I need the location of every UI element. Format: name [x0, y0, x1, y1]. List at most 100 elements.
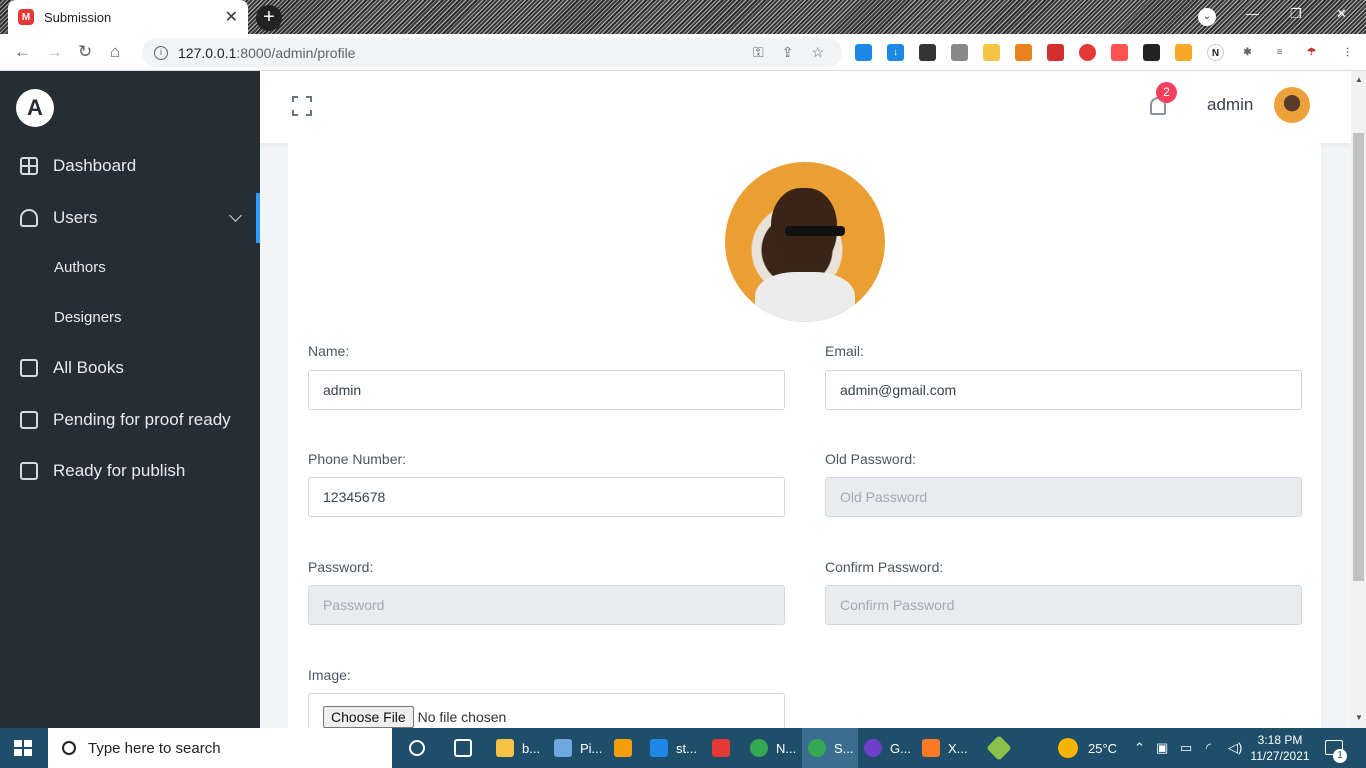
- sidebar-item-designers[interactable]: Designers: [54, 309, 122, 326]
- forward-icon[interactable]: →: [46, 42, 63, 62]
- email-field[interactable]: [825, 370, 1302, 410]
- git-icon: [986, 735, 1012, 761]
- minimize-icon[interactable]: —: [1246, 6, 1259, 21]
- tray-chevron-icon[interactable]: ⌃: [1134, 728, 1145, 768]
- home-icon[interactable]: ⌂: [110, 42, 120, 62]
- windows-start-icon[interactable]: [14, 740, 32, 756]
- page-scrollbar[interactable]: ▲ ▼: [1351, 71, 1366, 728]
- password-label: Password:: [308, 559, 374, 575]
- password-field[interactable]: [308, 585, 785, 625]
- scroll-up-icon[interactable]: ▲: [1355, 75, 1363, 84]
- volume-icon[interactable]: ◁): [1228, 728, 1242, 768]
- sidebar-item-all-books[interactable]: All Books: [0, 343, 260, 393]
- tab-search-icon[interactable]: ⌄: [1198, 8, 1216, 26]
- reload-icon[interactable]: ↻: [78, 42, 92, 62]
- extension-icon[interactable]: [983, 44, 1000, 61]
- puzzle-icon[interactable]: ✱: [1239, 44, 1256, 61]
- browser-tab[interactable]: M Submission ✕: [8, 0, 248, 34]
- taskbar-app-office[interactable]: [712, 728, 742, 768]
- active-indicator: [256, 193, 260, 243]
- old-password-field[interactable]: [825, 477, 1302, 517]
- phone-field[interactable]: [308, 477, 785, 517]
- tab-favicon-icon: M: [18, 9, 34, 25]
- address-bar[interactable]: i 127.0.0.1:8000/admin/profile ⚿ ⇪ ☆: [142, 38, 842, 67]
- action-center-badge: 1: [1333, 749, 1347, 763]
- sidebar-item-label: Ready for publish: [53, 461, 186, 480]
- media-icon[interactable]: ≡: [1271, 44, 1288, 61]
- sidebar: A Dashboard Users Authors Designers All …: [0, 71, 260, 728]
- name-field[interactable]: [308, 370, 785, 410]
- folder-icon: [496, 739, 514, 757]
- task-view-icon[interactable]: [454, 728, 480, 768]
- tray-device-icon[interactable]: ▣: [1156, 728, 1168, 768]
- weather-icon: [1058, 738, 1078, 758]
- sidebar-item-ready-publish[interactable]: Ready for publish: [0, 446, 260, 496]
- profile-icon[interactable]: ☂: [1303, 44, 1320, 61]
- download-extension-icon[interactable]: ↓: [887, 44, 904, 61]
- taskbar-app-chrome-2[interactable]: S...: [802, 728, 858, 768]
- chevron-down-icon: [229, 209, 242, 222]
- tab-close-icon[interactable]: ✕: [225, 7, 238, 27]
- top-header: 2 admin: [260, 71, 1351, 143]
- confirm-password-field[interactable]: [825, 585, 1302, 625]
- new-tab-button[interactable]: +: [256, 5, 282, 31]
- taskbar-app-photos[interactable]: Pi...: [554, 728, 608, 768]
- extension-icon[interactable]: [1175, 44, 1192, 61]
- username[interactable]: admin: [1207, 95, 1253, 115]
- taskbar-app-git[interactable]: [986, 728, 1016, 768]
- site-info-icon[interactable]: i: [154, 45, 168, 60]
- fullscreen-icon[interactable]: [292, 96, 312, 116]
- extension-icon[interactable]: [1111, 44, 1128, 61]
- avatar[interactable]: [1274, 87, 1310, 123]
- taskbar-app-github[interactable]: G...: [864, 728, 914, 768]
- tab-title: Submission: [44, 9, 112, 25]
- book-icon: [20, 359, 38, 377]
- cortana-icon[interactable]: [408, 728, 426, 768]
- sidebar-item-pending-proof[interactable]: Pending for proof ready: [0, 395, 260, 445]
- app-logo[interactable]: A: [16, 89, 54, 127]
- sidebar-item-authors[interactable]: Authors: [54, 259, 106, 276]
- sidebar-item-users[interactable]: Users: [0, 193, 260, 243]
- choose-file-button[interactable]: Choose File: [323, 706, 414, 728]
- scroll-thumb[interactable]: [1353, 133, 1364, 581]
- taskbar-app-chrome-1[interactable]: N...: [750, 728, 800, 768]
- browser-toolbar: ← → ↻ ⌂ i 127.0.0.1:8000/admin/profile ⚿…: [0, 34, 1366, 71]
- menu-icon[interactable]: ⋮: [1339, 44, 1356, 61]
- back-icon[interactable]: ←: [14, 42, 31, 62]
- extension-icon[interactable]: [1143, 44, 1160, 61]
- vue-extension-icon[interactable]: [951, 44, 968, 61]
- metamask-icon[interactable]: [1015, 44, 1032, 61]
- window-close-icon[interactable]: ✕: [1336, 6, 1347, 22]
- battery-icon[interactable]: ▭: [1180, 728, 1192, 768]
- taskbar-search[interactable]: Type here to search: [48, 728, 392, 768]
- share-icon[interactable]: ⇪: [782, 44, 794, 61]
- bookmark-star-icon[interactable]: ☆: [811, 44, 824, 61]
- maximize-icon[interactable]: ❐: [1290, 6, 1302, 22]
- image-upload-field: Choose File No file chosen: [308, 693, 785, 733]
- photos-icon: [554, 739, 572, 757]
- adblock-icon[interactable]: [1079, 44, 1096, 61]
- taskbar-app-xampp[interactable]: X...: [922, 728, 972, 768]
- wifi-icon[interactable]: ◜: [1206, 728, 1211, 768]
- taskbar-app-explorer[interactable]: b...: [496, 728, 548, 768]
- sublime-icon: [614, 739, 632, 757]
- sidebar-item-label: All Books: [53, 358, 124, 377]
- sidebar-item-dashboard[interactable]: Dashboard: [0, 141, 260, 191]
- sidebar-item-label: Users: [53, 208, 98, 227]
- taskbar-app-vscode[interactable]: st...: [650, 728, 706, 768]
- extension-icon[interactable]: [855, 44, 872, 61]
- key-icon[interactable]: ⚿: [753, 44, 764, 61]
- weather-widget[interactable]: 25°C: [1058, 728, 1117, 768]
- scroll-down-icon[interactable]: ▼: [1355, 713, 1363, 722]
- news-extension-icon[interactable]: [919, 44, 936, 61]
- image-label: Image:: [308, 667, 351, 683]
- temperature: 25°C: [1088, 740, 1118, 756]
- extension-icon[interactable]: [1047, 44, 1064, 61]
- taskbar-app-sublime[interactable]: [614, 728, 644, 768]
- extension-icon[interactable]: N: [1207, 44, 1224, 61]
- clock[interactable]: 3:18 PM 11/27/2021: [1250, 732, 1310, 764]
- sidebar-item-label: Dashboard: [53, 156, 137, 175]
- chrome-icon: [808, 739, 826, 757]
- name-label: Name:: [308, 343, 350, 359]
- sidebar-item-label: Pending for proof ready: [53, 410, 231, 429]
